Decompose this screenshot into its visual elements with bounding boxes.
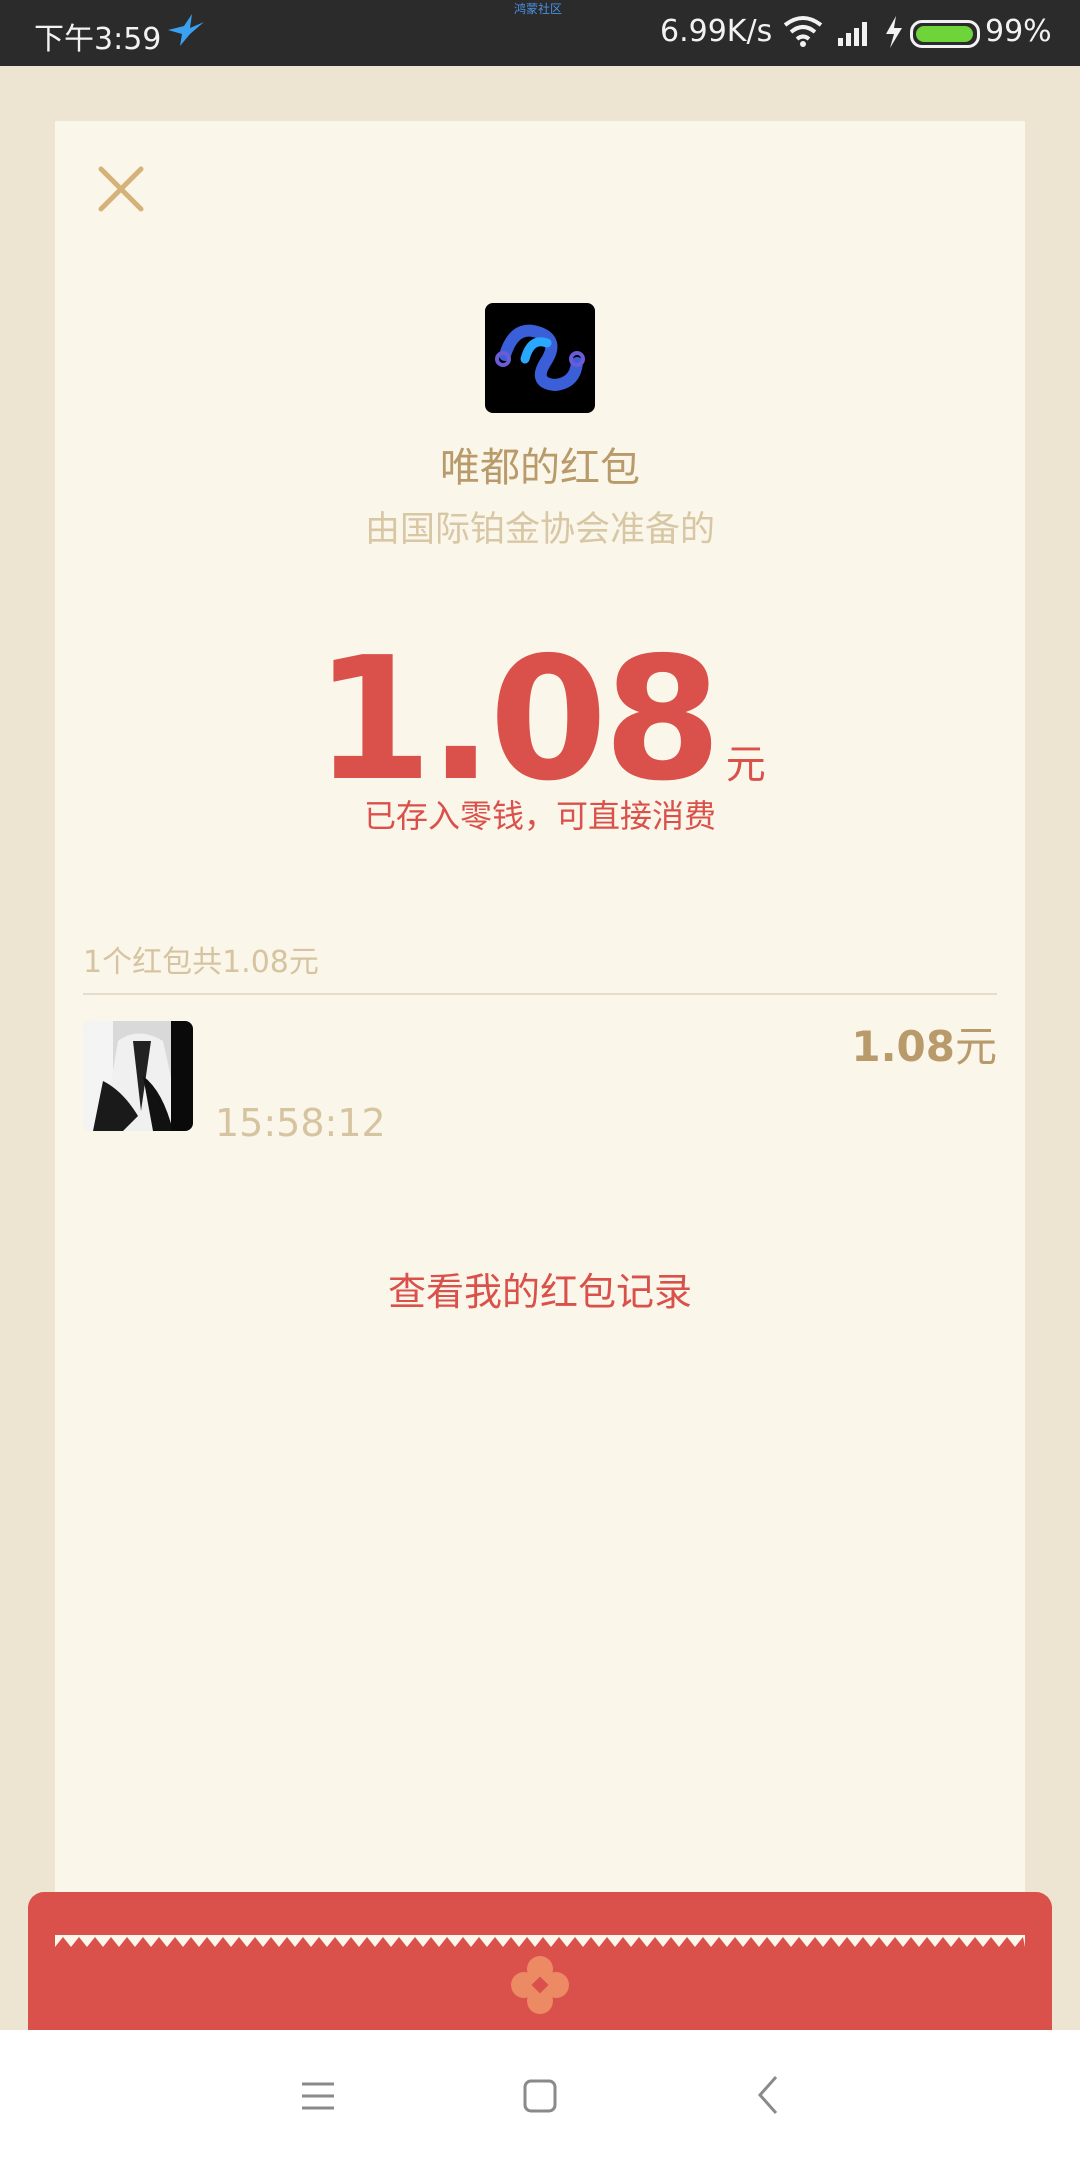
battery-percent: 99% (985, 14, 1052, 49)
status-bar: 下午3:59 鸿蒙社区 6.99K/s 99% (0, 0, 1080, 66)
network-speed: 6.99K/s (660, 14, 773, 49)
avatar[interactable] (83, 1021, 193, 1131)
charging-icon (886, 16, 902, 48)
stored-notice: 已存入零钱，可直接消费 (363, 797, 716, 835)
status-time: 下午3:59 (34, 22, 162, 57)
packet-amount: 1.08 (314, 621, 721, 819)
sender-logo (485, 303, 595, 413)
amount-display: 1.08 元 (55, 621, 1025, 819)
red-packet-detail-card: 唯都的红包 由国际铂金协会准备的 1.08 元 已存入零钱，可直接消费 1个红包共… (55, 121, 1025, 1971)
battery-level (916, 26, 974, 42)
view-history-link[interactable]: 查看我的红包记录 (55, 1261, 1025, 1316)
wifi-icon (783, 16, 823, 47)
amount-unit: 元 (725, 742, 766, 788)
record-time: 15:58:12 (215, 1101, 386, 1145)
record-amount-value: 1.08 (851, 1022, 955, 1071)
logo-mark-icon (495, 324, 585, 392)
signal-icon (838, 22, 867, 46)
flower-icon (511, 1956, 569, 2014)
menu-icon[interactable] (300, 2078, 336, 2114)
packet-subtitle: 由国际铂金协会准备的 (364, 510, 715, 550)
packet-count-summary: 1个红包共1.08元 (83, 945, 319, 980)
back-icon[interactable] (756, 2074, 780, 2116)
divider (83, 993, 997, 995)
home-icon[interactable] (522, 2078, 558, 2114)
zigzag-edge (55, 1935, 1025, 1947)
bird-icon (168, 14, 204, 46)
record-amount: 1.08元 (851, 1013, 997, 1074)
battery-icon (910, 20, 980, 48)
navigation-bar (0, 2030, 1080, 2160)
record-amount-unit: 元 (954, 1022, 997, 1071)
packet-title: 唯都的红包 (440, 445, 640, 491)
close-icon[interactable] (91, 159, 151, 219)
status-center-text: 鸿蒙社区 (514, 2, 563, 16)
avatar-photo (83, 1021, 193, 1131)
